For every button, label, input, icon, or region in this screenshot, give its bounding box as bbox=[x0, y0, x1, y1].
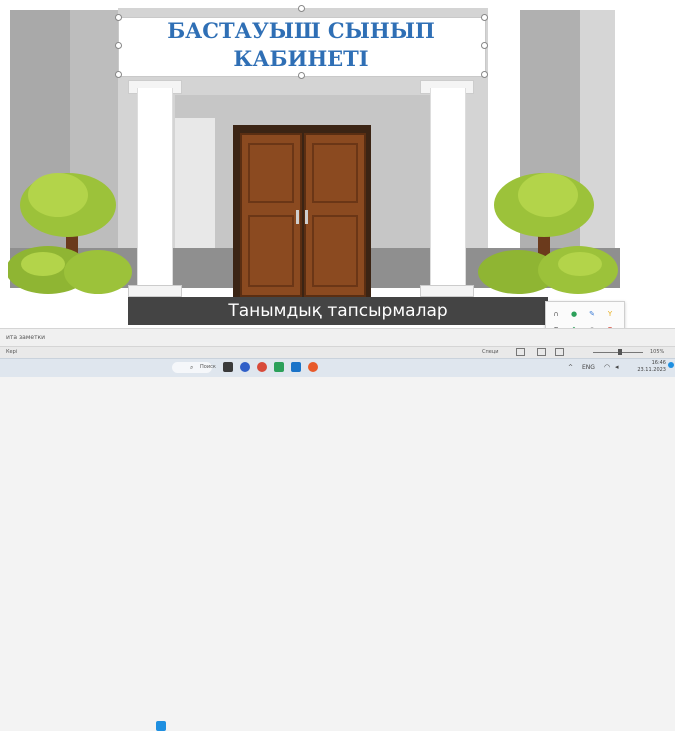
language-indicator[interactable]: ENG bbox=[582, 364, 595, 371]
zoom-level[interactable]: 105% bbox=[650, 349, 664, 355]
chevron-up-icon[interactable]: ^ bbox=[568, 364, 573, 371]
slide-title[interactable]: БАСТАУЫШ СЫНЫП КАБИНЕТІ bbox=[118, 17, 484, 73]
lasso-icon[interactable]: ∩ bbox=[552, 310, 560, 318]
door-panel bbox=[312, 143, 358, 203]
status-left-text: Кері bbox=[6, 349, 18, 355]
normal-view-icon[interactable] bbox=[516, 348, 525, 356]
column-right bbox=[430, 88, 466, 288]
slide-canvas[interactable]: БАСТАУЫШ СЫНЫП КАБИНЕТІ Танымдық тапсырм… bbox=[0, 0, 675, 328]
tree-right bbox=[478, 173, 618, 294]
door-handle bbox=[296, 210, 299, 224]
windows-icon[interactable] bbox=[156, 721, 166, 731]
column-left bbox=[137, 88, 173, 288]
door-left bbox=[240, 133, 302, 297]
selection-handle[interactable] bbox=[298, 72, 305, 79]
edge-icon[interactable] bbox=[291, 362, 301, 372]
search-box[interactable]: ⌕ Поиск bbox=[172, 362, 216, 373]
chat-icon[interactable] bbox=[240, 362, 250, 372]
column-base-right bbox=[420, 285, 474, 297]
pen-icon[interactable]: ● bbox=[570, 310, 578, 318]
title-line-2: КАБИНЕТІ bbox=[233, 46, 369, 71]
slide-caption[interactable]: Танымдық тапсырмалар bbox=[128, 297, 548, 325]
notes-label: ита заметки bbox=[6, 334, 46, 341]
reading-view-icon[interactable] bbox=[555, 348, 564, 356]
wifi-icon[interactable]: ◠ bbox=[604, 363, 610, 371]
files-icon[interactable] bbox=[223, 362, 233, 372]
slide-sorter-icon[interactable] bbox=[537, 348, 546, 356]
door-handle bbox=[305, 210, 308, 224]
notes-pane[interactable]: ита заметки bbox=[0, 328, 675, 347]
chrome-icon[interactable] bbox=[257, 362, 267, 372]
column-base-left bbox=[128, 285, 182, 297]
sound-icon[interactable]: ◂ bbox=[615, 363, 619, 371]
tree-left bbox=[8, 173, 132, 294]
app-icon[interactable] bbox=[308, 362, 318, 372]
rotate-handle[interactable] bbox=[298, 5, 305, 12]
notification-icon[interactable] bbox=[668, 362, 674, 368]
door-panel bbox=[248, 215, 294, 287]
clock[interactable]: 16:46 bbox=[630, 360, 666, 366]
mail-icon[interactable] bbox=[274, 362, 284, 372]
taskbar: ⌕ Поиск bbox=[0, 358, 675, 731]
search-label: Поиск bbox=[200, 364, 216, 370]
door-right bbox=[304, 133, 366, 297]
accessibility-button[interactable]: Специ bbox=[482, 349, 499, 355]
zoom-slider-thumb[interactable] bbox=[618, 349, 622, 355]
date[interactable]: 23.11.2023 bbox=[630, 367, 666, 373]
highlighter-icon[interactable]: Y bbox=[606, 310, 614, 318]
pencil-icon[interactable]: ✎ bbox=[588, 310, 596, 318]
door-panel bbox=[248, 143, 294, 203]
title-line-1: БАСТАУЫШ СЫНЫП bbox=[167, 18, 435, 43]
door-panel bbox=[312, 215, 358, 287]
